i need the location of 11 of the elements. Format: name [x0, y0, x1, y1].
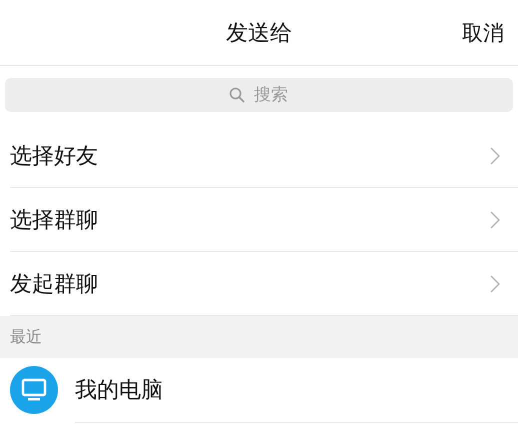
menu-item[interactable]: 选择好友: [10, 124, 518, 188]
section-heading: 最近: [10, 326, 42, 348]
menu-item[interactable]: 选择群聊: [10, 188, 518, 252]
page-title: 发送给: [226, 20, 292, 48]
contact-item[interactable]: 我的电脑: [0, 358, 518, 422]
monitor-icon: [10, 366, 58, 414]
chevron-right-icon: [490, 210, 500, 228]
cancel-button[interactable]: 取消: [462, 16, 504, 48]
search-field[interactable]: 搜索: [5, 78, 513, 112]
chevron-right-icon: [490, 146, 500, 164]
chevron-right-icon: [490, 274, 500, 292]
